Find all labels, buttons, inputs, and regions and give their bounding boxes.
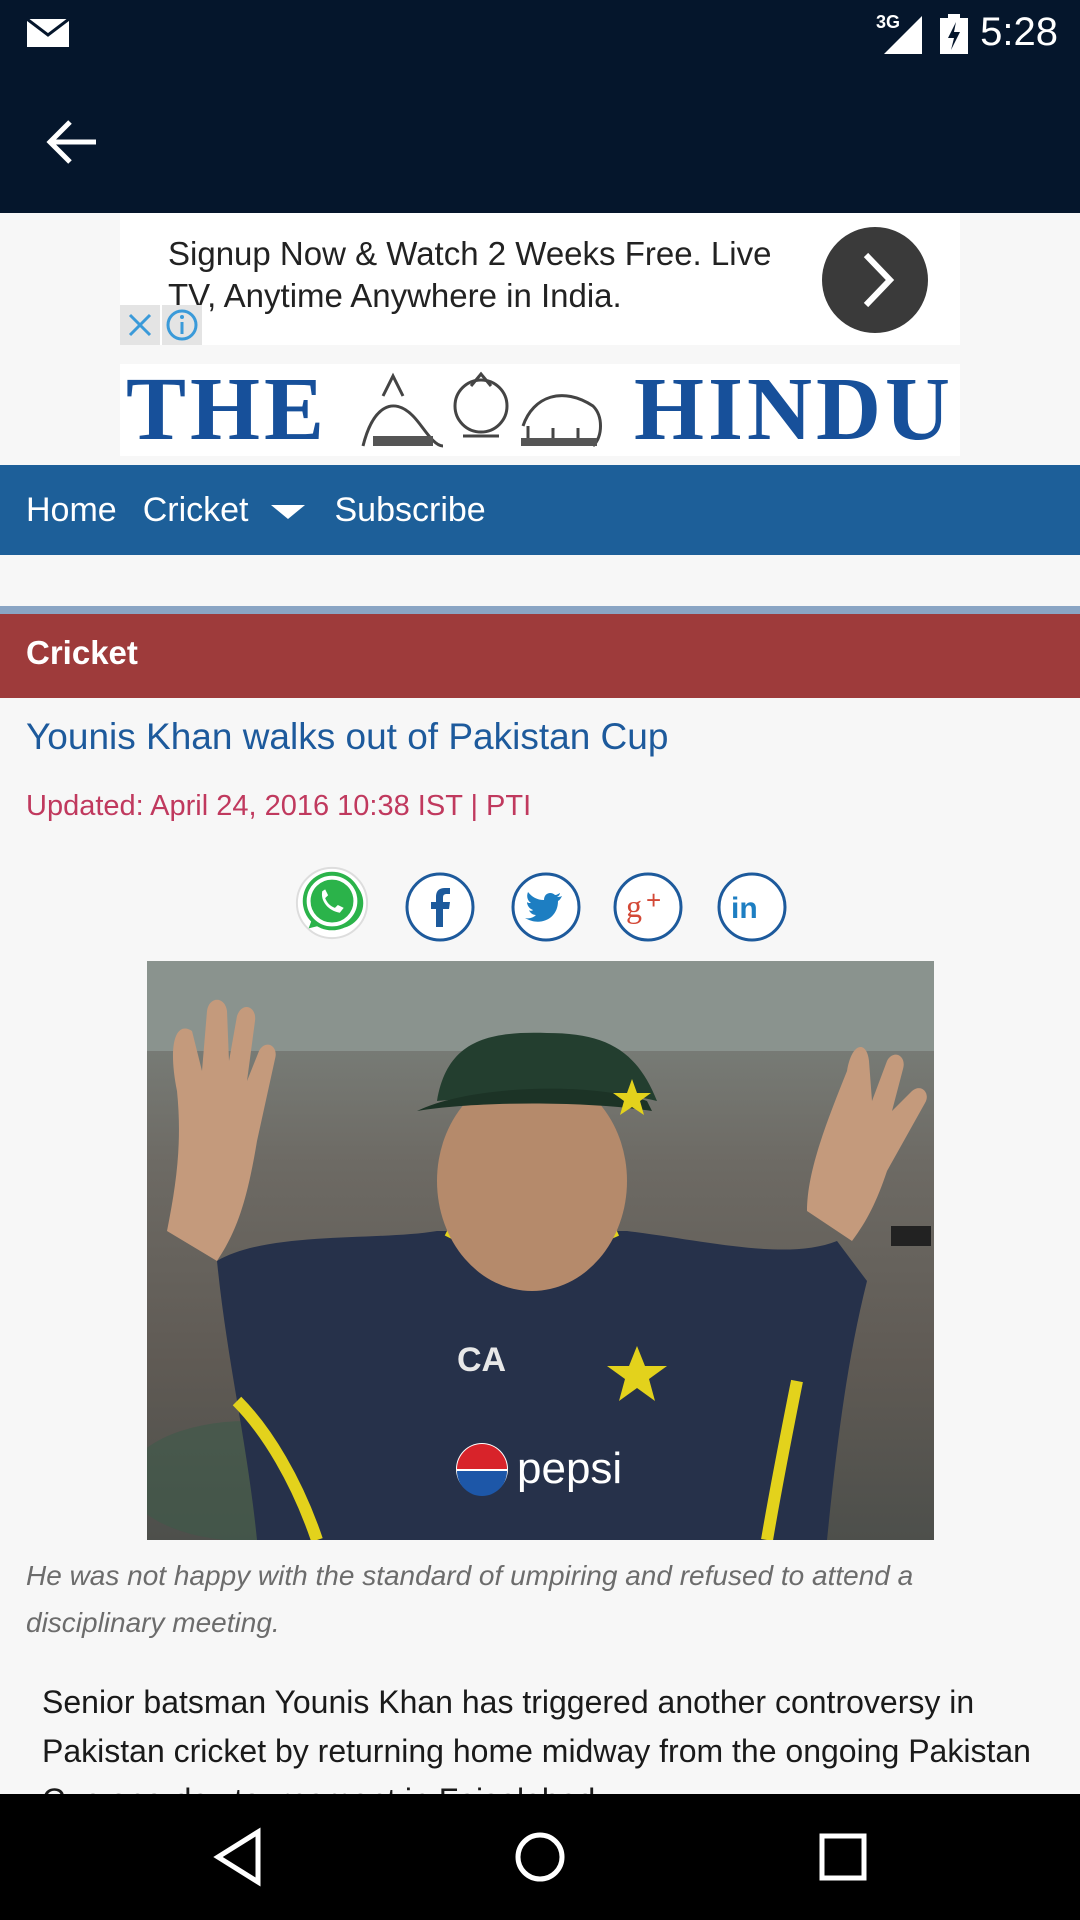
chevron-right-icon[interactable] <box>822 227 928 333</box>
article-headline: Younis Khan walks out of Pakistan Cup <box>26 716 669 757</box>
home-circle-icon[interactable] <box>507 1824 573 1890</box>
svg-text:in: in <box>731 892 758 925</box>
masthead-hindu: HINDU <box>633 360 954 459</box>
mail-icon <box>26 18 70 47</box>
nav-cricket[interactable]: Cricket <box>143 491 249 530</box>
article-updated: Updated: April 24, 2016 10:38 IST | PTI <box>26 790 532 822</box>
status-bar: 3G 5:28 <box>0 0 1080 66</box>
section-label: Cricket <box>26 634 138 671</box>
player-illustration: pepsi CA <box>147 961 934 1540</box>
info-icon[interactable] <box>162 305 202 345</box>
nav-home[interactable]: Home <box>26 491 117 530</box>
close-icon[interactable] <box>120 305 160 345</box>
signal-icon <box>884 16 922 54</box>
svg-text:+: + <box>646 885 661 915</box>
masthead-the: THE <box>126 360 329 459</box>
facebook-icon[interactable] <box>404 868 476 946</box>
battery-charging-icon <box>940 14 968 54</box>
top-nav: Home Cricket Subscribe <box>0 465 1080 555</box>
back-arrow-icon[interactable] <box>40 112 106 172</box>
twitter-icon[interactable] <box>510 868 582 946</box>
app-bar <box>0 66 1080 213</box>
article-body: Senior batsman Younis Khan has triggered… <box>42 1684 1031 1794</box>
svg-text:CA: CA <box>457 1341 506 1379</box>
recents-square-icon[interactable] <box>810 1824 876 1890</box>
article-photo[interactable]: pepsi CA <box>147 961 934 1540</box>
photo-caption: He was not happy with the standard of um… <box>26 1560 914 1638</box>
system-nav-bar <box>0 1794 1080 1920</box>
nav-subscribe[interactable]: Subscribe <box>335 491 486 530</box>
emblem-icon <box>361 371 603 448</box>
section-bar: Cricket <box>0 614 1080 698</box>
ad-text[interactable]: Signup Now & Watch 2 Weeks Free. Live TV… <box>168 233 808 317</box>
masthead-logo[interactable]: THE HINDU <box>120 364 960 456</box>
ad-banner[interactable]: Signup Now & Watch 2 Weeks Free. Live TV… <box>120 213 960 345</box>
linkedin-icon[interactable]: in <box>716 868 788 946</box>
google-plus-icon[interactable]: g + <box>612 868 684 946</box>
clock: 5:28 <box>980 10 1058 54</box>
whatsapp-icon[interactable] <box>292 864 372 942</box>
svg-text:g: g <box>626 888 642 924</box>
chevron-down-icon[interactable] <box>270 505 305 519</box>
back-triangle-icon[interactable] <box>206 1824 272 1890</box>
divider <box>0 606 1080 614</box>
sponsor-text: pepsi <box>517 1444 622 1493</box>
